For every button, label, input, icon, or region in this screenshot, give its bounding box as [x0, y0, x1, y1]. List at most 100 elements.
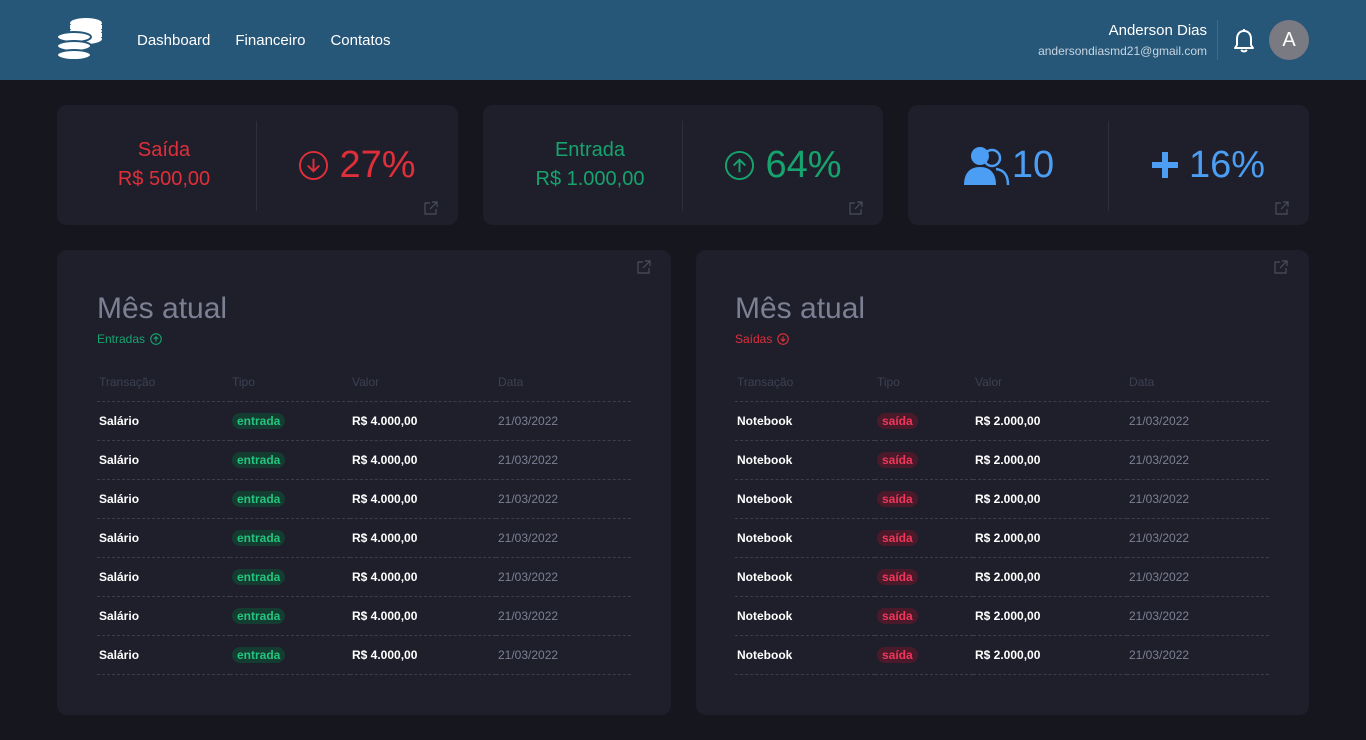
column-header: Tipo: [230, 371, 350, 402]
cell-transacao: Salário: [97, 596, 230, 636]
cell-data: 21/03/2022: [1127, 518, 1269, 558]
column-header: Transação: [735, 371, 875, 402]
table-row[interactable]: Salário entrada R$ 4.000,00 21/03/2022: [97, 479, 631, 519]
table-row[interactable]: Salário entrada R$ 4.000,00 21/03/2022: [97, 518, 631, 558]
nav-financeiro[interactable]: Financeiro: [235, 32, 305, 49]
nav-contatos[interactable]: Contatos: [330, 32, 390, 49]
table-header-row: Transação Tipo Valor Data: [97, 371, 631, 402]
type-badge: saída: [877, 530, 918, 546]
cell-transacao: Salário: [97, 518, 230, 558]
coins-logo-icon[interactable]: [56, 17, 104, 63]
table-row[interactable]: Notebook saída R$ 2.000,00 21/03/2022: [735, 596, 1269, 636]
cell-data: 21/03/2022: [496, 440, 631, 480]
type-badge: entrada: [232, 491, 286, 507]
cell-valor: R$ 2.000,00: [973, 557, 1127, 597]
cell-transacao: Salário: [97, 401, 230, 441]
cell-data: 21/03/2022: [1127, 401, 1269, 441]
entrada-label: Entrada: [554, 139, 626, 161]
cell-valor: R$ 2.000,00: [973, 440, 1127, 480]
entrada-percent: 64%: [765, 143, 842, 186]
entrada-amount: R$ 1.000,00: [535, 168, 645, 190]
type-badge: saída: [877, 413, 918, 429]
user-info: Anderson Dias andersondiasmd21@gmail.com: [1038, 22, 1207, 58]
type-badge: saída: [877, 491, 918, 507]
cell-tipo: saída: [875, 557, 973, 597]
external-link-icon[interactable]: [637, 260, 651, 274]
cell-tipo: saída: [875, 401, 973, 441]
panel-subtitle-label: Saídas: [735, 332, 773, 346]
cell-transacao: Notebook: [735, 596, 875, 636]
column-header: Transação: [97, 371, 230, 402]
type-badge: entrada: [232, 452, 286, 468]
user-name: Anderson Dias: [1108, 22, 1207, 39]
cell-tipo: saída: [875, 518, 973, 558]
table-row[interactable]: Salário entrada R$ 4.000,00 21/03/2022: [97, 401, 631, 441]
table-row[interactable]: Notebook saída R$ 2.000,00 21/03/2022: [735, 479, 1269, 519]
table-row[interactable]: Notebook saída R$ 2.000,00 21/03/2022: [735, 401, 1269, 441]
user-email: andersondiasmd21@gmail.com: [1038, 44, 1207, 58]
cell-transacao: Notebook: [735, 518, 875, 558]
external-link-icon[interactable]: [849, 201, 863, 215]
cell-transacao: Notebook: [735, 557, 875, 597]
table-header-row: Transação Tipo Valor Data: [735, 371, 1269, 402]
column-header: Data: [1127, 371, 1269, 402]
cell-tipo: entrada: [230, 518, 350, 558]
cell-valor: R$ 4.000,00: [350, 440, 496, 480]
cell-transacao: Notebook: [735, 440, 875, 480]
table-row[interactable]: Salário entrada R$ 4.000,00 21/03/2022: [97, 635, 631, 675]
cell-valor: R$ 2.000,00: [973, 479, 1127, 519]
cell-valor: R$ 4.000,00: [350, 635, 496, 675]
external-link-icon[interactable]: [1274, 260, 1288, 274]
table-row[interactable]: Notebook saída R$ 2.000,00 21/03/2022: [735, 635, 1269, 675]
cell-transacao: Notebook: [735, 635, 875, 675]
contacts-count-area: 10: [908, 105, 1108, 225]
cell-transacao: Salário: [97, 635, 230, 675]
table-row[interactable]: Notebook saída R$ 2.000,00 21/03/2022: [735, 518, 1269, 558]
external-link-icon[interactable]: [424, 201, 438, 215]
avatar[interactable]: A: [1269, 20, 1309, 60]
cell-data: 21/03/2022: [1127, 440, 1269, 480]
column-header: Valor: [973, 371, 1127, 402]
table-row[interactable]: Salário entrada R$ 4.000,00 21/03/2022: [97, 440, 631, 480]
contacts-count: 10: [1011, 143, 1055, 186]
cell-tipo: saída: [875, 635, 973, 675]
cell-data: 21/03/2022: [1127, 479, 1269, 519]
cell-transacao: Notebook: [735, 401, 875, 441]
cell-tipo: entrada: [230, 479, 350, 519]
table-row[interactable]: Notebook saída R$ 2.000,00 21/03/2022: [735, 440, 1269, 480]
column-header: Tipo: [875, 371, 973, 402]
saida-label: Saída: [137, 139, 191, 161]
table-row[interactable]: Notebook saída R$ 2.000,00 21/03/2022: [735, 557, 1269, 597]
cell-valor: R$ 4.000,00: [350, 557, 496, 597]
cell-tipo: entrada: [230, 401, 350, 441]
arrow-down-circle-icon: [777, 333, 790, 345]
nav-dashboard[interactable]: Dashboard: [137, 32, 210, 49]
cell-tipo: saída: [875, 596, 973, 636]
cell-valor: R$ 2.000,00: [973, 596, 1127, 636]
cell-data: 21/03/2022: [496, 557, 631, 597]
top-header: Dashboard Financeiro Contatos Anderson D…: [0, 0, 1366, 80]
users-icon: [963, 147, 1010, 185]
table-row[interactable]: Salário entrada R$ 4.000,00 21/03/2022: [97, 596, 631, 636]
type-badge: saída: [877, 647, 918, 663]
saida-summary: Saída R$ 500,00: [64, 105, 264, 225]
cell-data: 21/03/2022: [496, 635, 631, 675]
cell-valor: R$ 2.000,00: [973, 518, 1127, 558]
entradas-table: Transação Tipo Valor Data Salário entrada…: [97, 371, 631, 675]
table-row[interactable]: Salário entrada R$ 4.000,00 21/03/2022: [97, 557, 631, 597]
cell-transacao: Salário: [97, 557, 230, 597]
cell-valor: R$ 2.000,00: [973, 635, 1127, 675]
panel-subtitle-label: Entradas: [97, 332, 146, 346]
cell-tipo: entrada: [230, 440, 350, 480]
arrow-down-circle-icon: [299, 150, 329, 180]
saida-percent: 27%: [339, 143, 416, 186]
cell-data: 21/03/2022: [496, 518, 631, 558]
cell-valor: R$ 4.000,00: [350, 401, 496, 441]
external-link-icon[interactable]: [1275, 201, 1289, 215]
cell-data: 21/03/2022: [496, 479, 631, 519]
main-nav: Dashboard Financeiro Contatos: [137, 32, 415, 49]
bell-icon[interactable]: [1232, 28, 1256, 54]
cell-data: 21/03/2022: [1127, 557, 1269, 597]
cell-transacao: Salário: [97, 479, 230, 519]
type-badge: saída: [877, 569, 918, 585]
